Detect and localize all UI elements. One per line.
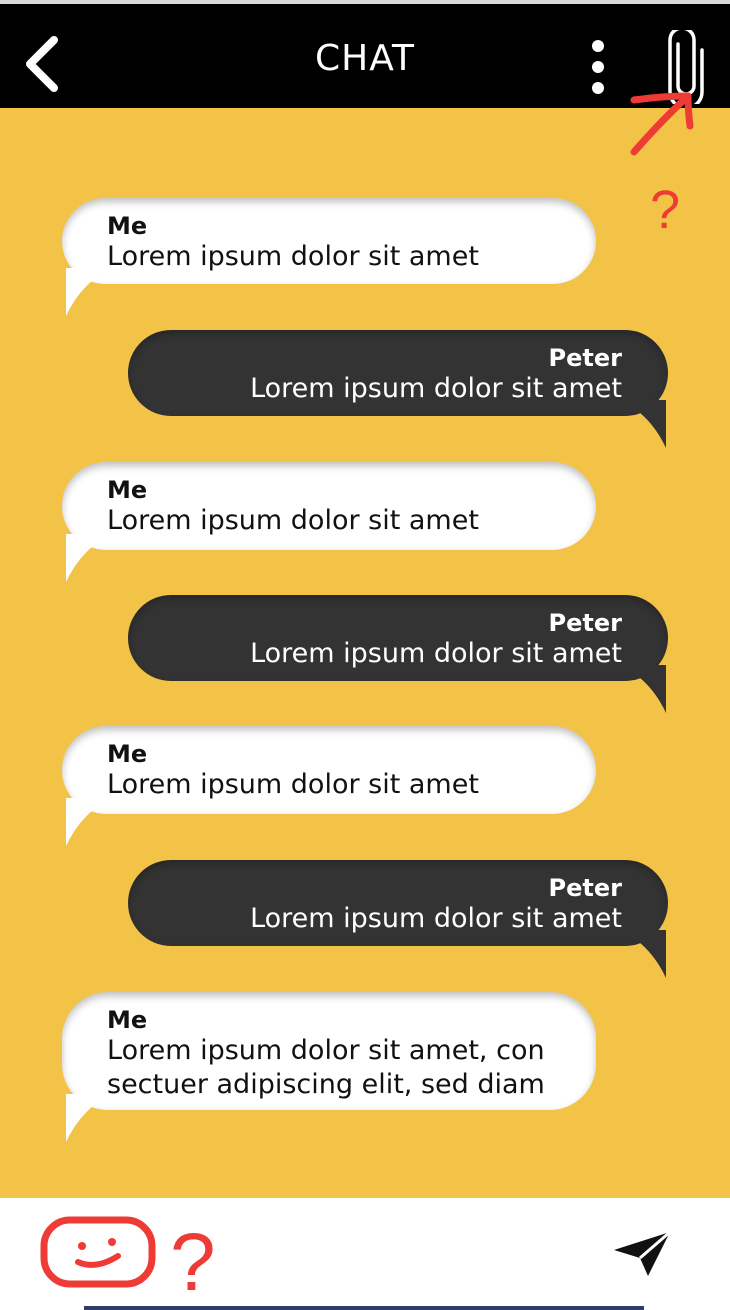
send-button[interactable] xyxy=(612,1228,674,1278)
message-bubble-me: Me Lorem ipsum dolor sit amet xyxy=(62,198,596,284)
chat-messages-area[interactable]: Me Lorem ipsum dolor sit amet Peter Lore… xyxy=(0,108,730,1198)
bubble-tail xyxy=(66,798,112,846)
message-bubble-peter: Peter Lorem ipsum dolor sit amet xyxy=(128,860,668,946)
bubble-tail xyxy=(620,930,666,978)
message-sender: Me xyxy=(107,476,148,504)
bubble-tail xyxy=(66,268,112,316)
svg-text:?: ? xyxy=(170,1217,216,1308)
bubble-tail xyxy=(620,400,666,448)
message-bubble-peter: Peter Lorem ipsum dolor sit amet xyxy=(128,595,668,681)
message-sender: Peter xyxy=(548,344,622,372)
message-sender: Me xyxy=(107,1006,148,1034)
message-bubble-peter: Peter Lorem ipsum dolor sit amet xyxy=(128,330,668,416)
home-indicator-strip xyxy=(84,1306,644,1310)
message-bubble-me: Me Lorem ipsum dolor sit amet xyxy=(62,726,596,814)
message-sender: Me xyxy=(107,212,148,240)
bubble-tail xyxy=(66,1094,112,1142)
bubble-tail xyxy=(66,534,112,582)
send-paper-plane-icon xyxy=(614,1230,671,1276)
smiley-face-icon xyxy=(40,1216,156,1288)
message-text-line: sectuer adipiscing elit, sed diam xyxy=(107,1069,545,1100)
message-bubble-me: Me Lorem ipsum dolor sit amet, con sectu… xyxy=(62,992,596,1110)
message-text: Lorem ipsum dolor sit amet xyxy=(250,373,622,404)
message-text: Lorem ipsum dolor sit amet xyxy=(250,903,622,934)
message-text: Lorem ipsum dolor sit amet xyxy=(107,241,479,272)
page-title: CHAT xyxy=(314,38,416,79)
chat-input-bar: ? xyxy=(0,1198,730,1310)
message-text: Lorem ipsum dolor sit amet xyxy=(107,505,479,536)
bubble-tail xyxy=(620,665,666,713)
more-vertical-icon xyxy=(592,40,604,94)
message-text-line: Lorem ipsum dolor sit amet, con xyxy=(107,1035,545,1066)
message-text: Lorem ipsum dolor sit amet xyxy=(107,769,479,800)
message-text: Lorem ipsum dolor sit amet, con sectuer … xyxy=(107,1034,545,1102)
annotation-question-mark: ? xyxy=(170,1217,216,1308)
message-sender: Peter xyxy=(548,874,622,902)
message-sender: Me xyxy=(107,740,148,768)
message-text: Lorem ipsum dolor sit amet xyxy=(250,638,622,669)
emoji-button[interactable] xyxy=(38,1214,158,1290)
message-sender: Peter xyxy=(548,609,622,637)
message-bubble-me: Me Lorem ipsum dolor sit amet xyxy=(62,462,596,550)
more-options-button[interactable] xyxy=(578,32,618,102)
